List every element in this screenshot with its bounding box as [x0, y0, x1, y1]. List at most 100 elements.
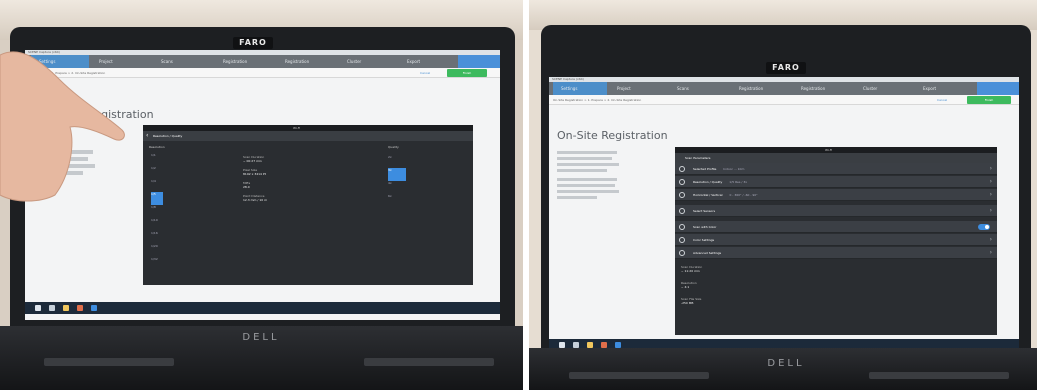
resolution-option[interactable]: 1/8: [151, 205, 163, 218]
summary-value: ~ 11:20 min: [681, 269, 700, 273]
resolution-option[interactable]: 1/1: [151, 153, 163, 166]
quality-column-title: Quality: [388, 145, 399, 149]
hinge-right: [364, 358, 494, 366]
dialog-header: ‹ Resolution / Quality: [143, 131, 473, 141]
back-arrow-icon[interactable]: ‹: [146, 131, 148, 141]
nav-step-cluster[interactable]: Cluster: [855, 82, 913, 95]
folder-icon[interactable]: [63, 305, 69, 311]
finish-button[interactable]: Finish: [447, 69, 487, 77]
nav-step-export[interactable]: Export: [915, 82, 965, 95]
nav-step-export[interactable]: Export: [399, 55, 449, 68]
row-select-sensors[interactable]: Select Sensors ›: [675, 205, 997, 217]
row-horizontal-vertical[interactable]: Horizontal / Vertical 0 - 360° / -60 - 9…: [675, 189, 997, 201]
summary-value: ~ 4:1: [681, 285, 690, 289]
nav-step-scans[interactable]: Scans: [153, 55, 213, 68]
row-label: Horizontal / Vertical: [693, 193, 723, 197]
advanced-settings-icon: [679, 250, 685, 256]
app-icon[interactable]: [91, 305, 97, 311]
toolbar-icons[interactable]: [458, 55, 500, 68]
row-label: Selected Profile: [693, 167, 717, 171]
resolution-option[interactable]: 1/4: [151, 179, 163, 192]
nav-step-project[interactable]: Project: [609, 82, 667, 95]
right-photo: FARO SCENE Capture (x64) Settings Projec…: [529, 0, 1037, 390]
resolution-option[interactable]: 1/2: [151, 166, 163, 179]
profile-icon: [679, 166, 685, 172]
dialog-header: Scan Parameters: [675, 153, 997, 163]
resolution-option[interactable]: 1/10: [151, 218, 163, 231]
laptop-base: [529, 348, 1037, 390]
chevron-right-icon: ›: [989, 178, 992, 185]
chevron-right-icon: ›: [989, 191, 992, 198]
row-sub: 1/5 Res / 3x: [729, 180, 748, 184]
hinge-left: [569, 372, 709, 379]
row-label: Advanced Settings: [693, 251, 722, 255]
quality-option[interactable]: 4x: [388, 181, 406, 194]
lid-brand-logo: FARO: [766, 62, 806, 74]
row-color-settings[interactable]: Color Settings ›: [675, 234, 997, 246]
nav-step-cluster[interactable]: Cluster: [339, 55, 397, 68]
row-advanced-settings[interactable]: Advanced Settings ›: [675, 247, 997, 259]
pointing-finger: [0, 51, 125, 202]
left-photo: FARO SCENE Capture (x64) Settings Projec…: [0, 0, 523, 390]
sensors-icon: [679, 208, 685, 214]
nav-step-registration-2[interactable]: Registration: [277, 55, 337, 68]
row-sub: 0 - 360° / -60 - 90°: [729, 193, 758, 197]
browser-icon[interactable]: [77, 305, 83, 311]
nav-step-registration[interactable]: Registration: [215, 55, 275, 68]
lid-brand-logo: FARO: [233, 37, 273, 49]
info-value: 8192 x 3414 Pt: [243, 172, 266, 176]
scan-parameters-dialog: Wi-Fi Scan Parameters Selected Profile I…: [675, 147, 997, 335]
chevron-right-icon: ›: [989, 165, 992, 172]
chevron-right-icon: ›: [989, 236, 992, 243]
row-resolution-quality[interactable]: Resolution / Quality 1/5 Res / 3x ›: [675, 176, 997, 188]
row-selected-profile[interactable]: Selected Profile Indoor ... 10m ›: [675, 163, 997, 175]
resolution-column-title: Resolution: [149, 145, 165, 149]
start-icon[interactable]: [35, 305, 41, 311]
chevron-right-icon: ›: [989, 207, 992, 214]
dell-logo: DELL: [242, 332, 280, 343]
row-label: Scan with Color: [693, 225, 717, 229]
dell-logo: DELL: [767, 358, 805, 369]
resolution-dialog: Wi-Fi ‹ Resolution / Quality Resolution …: [143, 125, 473, 285]
resolution-list: 1/1 1/2 1/4 1/5 1/8 1/10 1/16 1/20 1/32: [151, 153, 163, 270]
page-title: On-Site Registration: [557, 129, 668, 142]
cancel-button[interactable]: Cancel: [420, 70, 430, 76]
toolbar-icons[interactable]: [977, 82, 1019, 95]
hinge-left: [44, 358, 174, 366]
dialog-title: Resolution / Quality: [153, 134, 183, 138]
row-label: Color Settings: [693, 238, 715, 242]
quality-option[interactable]: 2x: [388, 155, 406, 168]
horizontal-vertical-icon: [679, 192, 685, 198]
page-description: [557, 151, 627, 199]
resolution-option[interactable]: 1/20: [151, 244, 163, 257]
finish-button[interactable]: Finish: [967, 96, 1011, 104]
row-sub: Indoor ... 10m: [723, 167, 745, 171]
search-icon[interactable]: [49, 305, 55, 311]
hinge-right: [869, 372, 1009, 379]
cancel-button[interactable]: Cancel: [937, 97, 947, 103]
info-value: ~ 00:27 min: [243, 159, 262, 163]
windows-taskbar: [25, 302, 500, 314]
row-label: Resolution / Quality: [693, 180, 723, 184]
resolution-option-selected[interactable]: 1/5: [151, 192, 163, 205]
laptop-screen: SCENE Capture (x64) Settings Project Sca…: [549, 77, 1019, 355]
summary-value: -250 MB: [681, 301, 694, 305]
resolution-option[interactable]: 1/32: [151, 257, 163, 270]
scan-summary: Scan Duration ~ 11:20 min Resolution ~ 4…: [681, 265, 801, 305]
scan-color-toggle[interactable]: [978, 224, 990, 230]
chevron-right-icon: ›: [989, 249, 992, 256]
color-settings-icon: [679, 237, 685, 243]
nav-step-registration-2[interactable]: Registration: [793, 82, 853, 95]
color-icon: [679, 224, 685, 230]
row-scan-with-color[interactable]: Scan with Color: [675, 221, 997, 233]
quality-list: 2x 3x 4x 6x: [388, 155, 406, 207]
workflow-nav: Settings Project Scans Registration Regi…: [549, 82, 1019, 95]
nav-step-scans[interactable]: Scans: [669, 82, 729, 95]
quality-option-selected[interactable]: 3x: [388, 168, 406, 181]
resolution-option[interactable]: 1/16: [151, 231, 163, 244]
nav-step-settings[interactable]: Settings: [553, 82, 607, 95]
resolution-icon: [679, 179, 685, 185]
nav-step-registration[interactable]: Registration: [731, 82, 791, 95]
quality-option[interactable]: 6x: [388, 194, 406, 207]
row-label: Select Sensors: [693, 209, 716, 213]
